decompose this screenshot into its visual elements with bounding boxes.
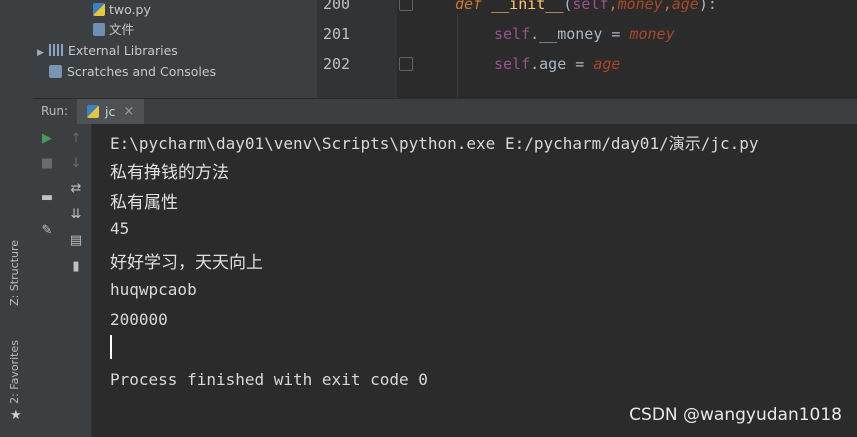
favorites-tab-label: 2: Favorites [8, 340, 21, 404]
code-line-202: self.age = age [494, 55, 621, 73]
run-panel-header: Run: jc × [33, 98, 857, 125]
structure-tab[interactable]: Z: Structure [8, 240, 21, 306]
left-tool-strip: Z: Structure 2: Favorites ★ [0, 0, 34, 437]
scroll-down-icon[interactable]: ↓ [65, 152, 87, 174]
pin-icon[interactable]: ✎ [36, 219, 58, 241]
scratches-icon [49, 65, 62, 78]
python-file-icon [87, 105, 99, 118]
tree-item-two-py[interactable]: two.py [93, 0, 151, 20]
rerun-icon[interactable]: ▶ [36, 127, 58, 149]
code-editor[interactable]: 200 201 202 def __init__(self,money,age)… [317, 0, 857, 98]
project-tree: two.py 文件 ▶ External Libraries Scratches … [33, 0, 318, 98]
close-icon[interactable]: × [123, 104, 134, 119]
console-line: 200000 [110, 310, 168, 329]
run-toolbar: ▶ ↑ ■ ↓ ▬ ⇄ ⇊ ✎ ▤ ▮ [33, 124, 92, 437]
star-icon[interactable]: ★ [10, 408, 22, 423]
watermark: CSDN @wangyudan1018 [629, 405, 842, 425]
indent-guide [457, 14, 458, 98]
console-line: huqwpcaob [110, 280, 197, 299]
tree-item-label: two.py [109, 2, 151, 17]
tree-item-label: External Libraries [68, 43, 178, 58]
tree-item-label: 文件 [109, 22, 135, 37]
console-line: 私有属性 [110, 193, 178, 213]
tree-item-scratches[interactable]: Scratches and Consoles [49, 62, 216, 82]
line-number: 201 [323, 25, 351, 43]
tree-item-label: Scratches and Consoles [67, 64, 217, 79]
console-line: 45 [110, 219, 130, 238]
favorites-tab[interactable]: 2: Favorites [8, 340, 21, 404]
fold-marker-icon[interactable] [399, 57, 413, 71]
expand-arrow-icon[interactable]: ▶ [37, 43, 49, 63]
run-tab-label: jc [105, 104, 116, 119]
stop-icon[interactable]: ■ [36, 152, 58, 174]
line-number: 202 [323, 55, 351, 73]
soft-wrap-icon[interactable]: ⇄ [65, 177, 87, 199]
code-line-200: def __init__(self,money,age): [455, 0, 717, 13]
print-icon[interactable]: ▤ [65, 229, 87, 251]
run-label: Run: [41, 104, 69, 118]
scroll-to-end-icon[interactable]: ⇊ [65, 203, 87, 225]
trash-icon[interactable]: ▮ [65, 255, 87, 277]
run-tab-jc[interactable]: jc × [77, 99, 145, 124]
tree-item-external-libraries[interactable]: ▶ External Libraries [37, 41, 178, 61]
file-icon [93, 23, 105, 36]
console-line: E:\pycharm\day01\venv\Scripts\python.exe… [110, 134, 759, 153]
editor-gutter: 200 201 202 [317, 0, 397, 98]
python-file-icon [93, 3, 105, 16]
console-line: Process finished with exit code 0 [110, 370, 428, 389]
text-caret [110, 335, 112, 359]
console-line: 好好学习，天天向上 [110, 253, 263, 273]
console-output[interactable]: E:\pycharm\day01\venv\Scripts\python.exe… [92, 124, 857, 437]
code-line-201: self.__money = money [494, 25, 675, 43]
fold-marker-icon[interactable] [399, 0, 413, 11]
tree-item-file[interactable]: 文件 [93, 20, 134, 40]
console-line: 私有挣钱的方法 [110, 163, 229, 183]
layout-icon[interactable]: ▬ [36, 186, 58, 208]
structure-tab-label: Z: Structure [8, 240, 21, 306]
library-icon [49, 44, 63, 56]
line-number: 200 [323, 0, 351, 13]
scroll-up-icon[interactable]: ↑ [65, 127, 87, 149]
